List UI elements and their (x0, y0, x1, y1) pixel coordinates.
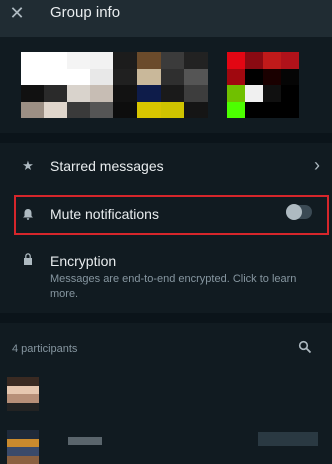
starred-messages-row[interactable]: ★ Starred messages › (0, 143, 332, 188)
chevron-right-icon: › (314, 155, 320, 175)
media-thumbnails (0, 37, 332, 133)
media-thumbnail[interactable] (21, 52, 113, 118)
page-title: Group info (50, 4, 121, 21)
close-icon[interactable]: ✕ (6, 2, 28, 24)
lock-icon (20, 251, 36, 267)
toggle-knob (286, 204, 302, 220)
participants-count: 4 participants (12, 343, 78, 355)
header-bar: ✕ Group info (0, 0, 332, 37)
encryption-description[interactable]: Messages are end-to-end encrypted. Click… (50, 272, 320, 302)
media-thumbnail[interactable] (227, 52, 299, 118)
avatar[interactable] (7, 377, 39, 411)
participant-name-placeholder (68, 437, 102, 445)
search-icon[interactable] (298, 340, 314, 356)
divider (0, 133, 332, 143)
bell-icon (20, 206, 36, 222)
encryption-label: Encryption (50, 253, 117, 269)
divider (0, 313, 332, 323)
mute-notifications-row[interactable]: Mute notifications (0, 197, 332, 233)
starred-messages-label: Starred messages (50, 158, 164, 174)
mute-toggle[interactable] (286, 204, 312, 220)
mute-notifications-label: Mute notifications (50, 206, 159, 222)
avatar[interactable] (7, 430, 39, 464)
participant-status-placeholder (258, 432, 318, 446)
star-icon: ★ (22, 158, 34, 173)
media-thumbnail[interactable] (113, 52, 208, 118)
